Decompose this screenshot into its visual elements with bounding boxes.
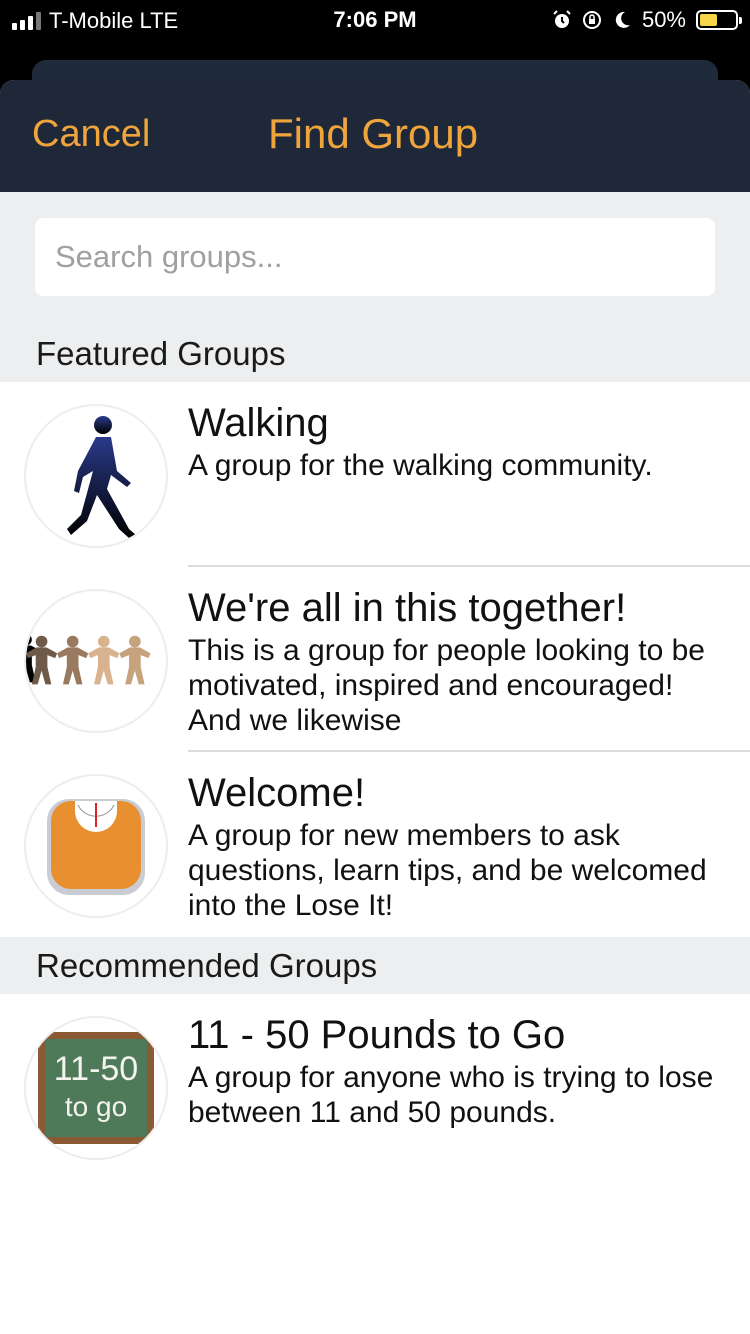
battery-fill bbox=[700, 14, 717, 26]
status-bar: T-Mobile LTE 7:06 PM 50% bbox=[0, 0, 750, 40]
group-title: Walking bbox=[188, 401, 329, 445]
group-description: A group for anyone who is trying to lose… bbox=[188, 1061, 714, 1129]
group-title: 11 - 50 Pounds to Go bbox=[188, 1013, 566, 1057]
paper-people-chain-icon bbox=[24, 589, 168, 733]
group-row-walking[interactable]: Walking A group for the walking communit… bbox=[0, 382, 750, 567]
search-container bbox=[0, 192, 750, 325]
group-title: We're all in this together! bbox=[188, 586, 627, 630]
walking-person-icon bbox=[24, 404, 168, 548]
find-group-sheet: Cancel Find Group Featured Groups Walkin… bbox=[0, 80, 750, 1334]
group-title: Welcome! bbox=[188, 771, 366, 815]
group-row-welcome[interactable]: Welcome! A group for new members to ask … bbox=[0, 752, 750, 937]
group-text: We're all in this together! This is a gr… bbox=[188, 585, 720, 738]
scale-icon bbox=[24, 774, 168, 918]
status-right: 50% bbox=[552, 7, 742, 33]
featured-groups-header: Featured Groups bbox=[0, 325, 750, 382]
chalkboard-line1: 11-50 bbox=[54, 1050, 138, 1088]
group-description: A group for the walking community. bbox=[188, 449, 653, 482]
chalkboard-line2: to go bbox=[65, 1091, 127, 1122]
group-row-together[interactable]: We're all in this together! This is a gr… bbox=[0, 567, 750, 752]
recommended-groups-header: Recommended Groups bbox=[0, 937, 750, 994]
battery-percent: 50% bbox=[641, 7, 686, 32]
battery-icon bbox=[696, 10, 742, 30]
group-description: A group for new members to ask questions… bbox=[188, 819, 707, 922]
navigation-bar: Cancel Find Group bbox=[0, 80, 750, 192]
moon-icon bbox=[615, 11, 630, 28]
group-text: 11 - 50 Pounds to Go A group for anyone … bbox=[188, 1012, 720, 1130]
chalkboard-icon: 11-50 to go bbox=[24, 1016, 168, 1160]
page-title: Find Group bbox=[268, 110, 479, 157]
search-input[interactable] bbox=[35, 218, 715, 296]
group-description: This is a group for people looking to be… bbox=[188, 634, 705, 737]
group-row-11-50-pounds[interactable]: 11-50 to go 11 - 50 Pounds to Go A group… bbox=[0, 994, 750, 1179]
rotation-lock-icon bbox=[582, 11, 601, 29]
group-text: Welcome! A group for new members to ask … bbox=[188, 770, 720, 923]
group-text: Walking A group for the walking communit… bbox=[188, 400, 720, 483]
alarm-icon bbox=[553, 10, 571, 28]
cancel-button[interactable]: Cancel bbox=[32, 113, 150, 156]
